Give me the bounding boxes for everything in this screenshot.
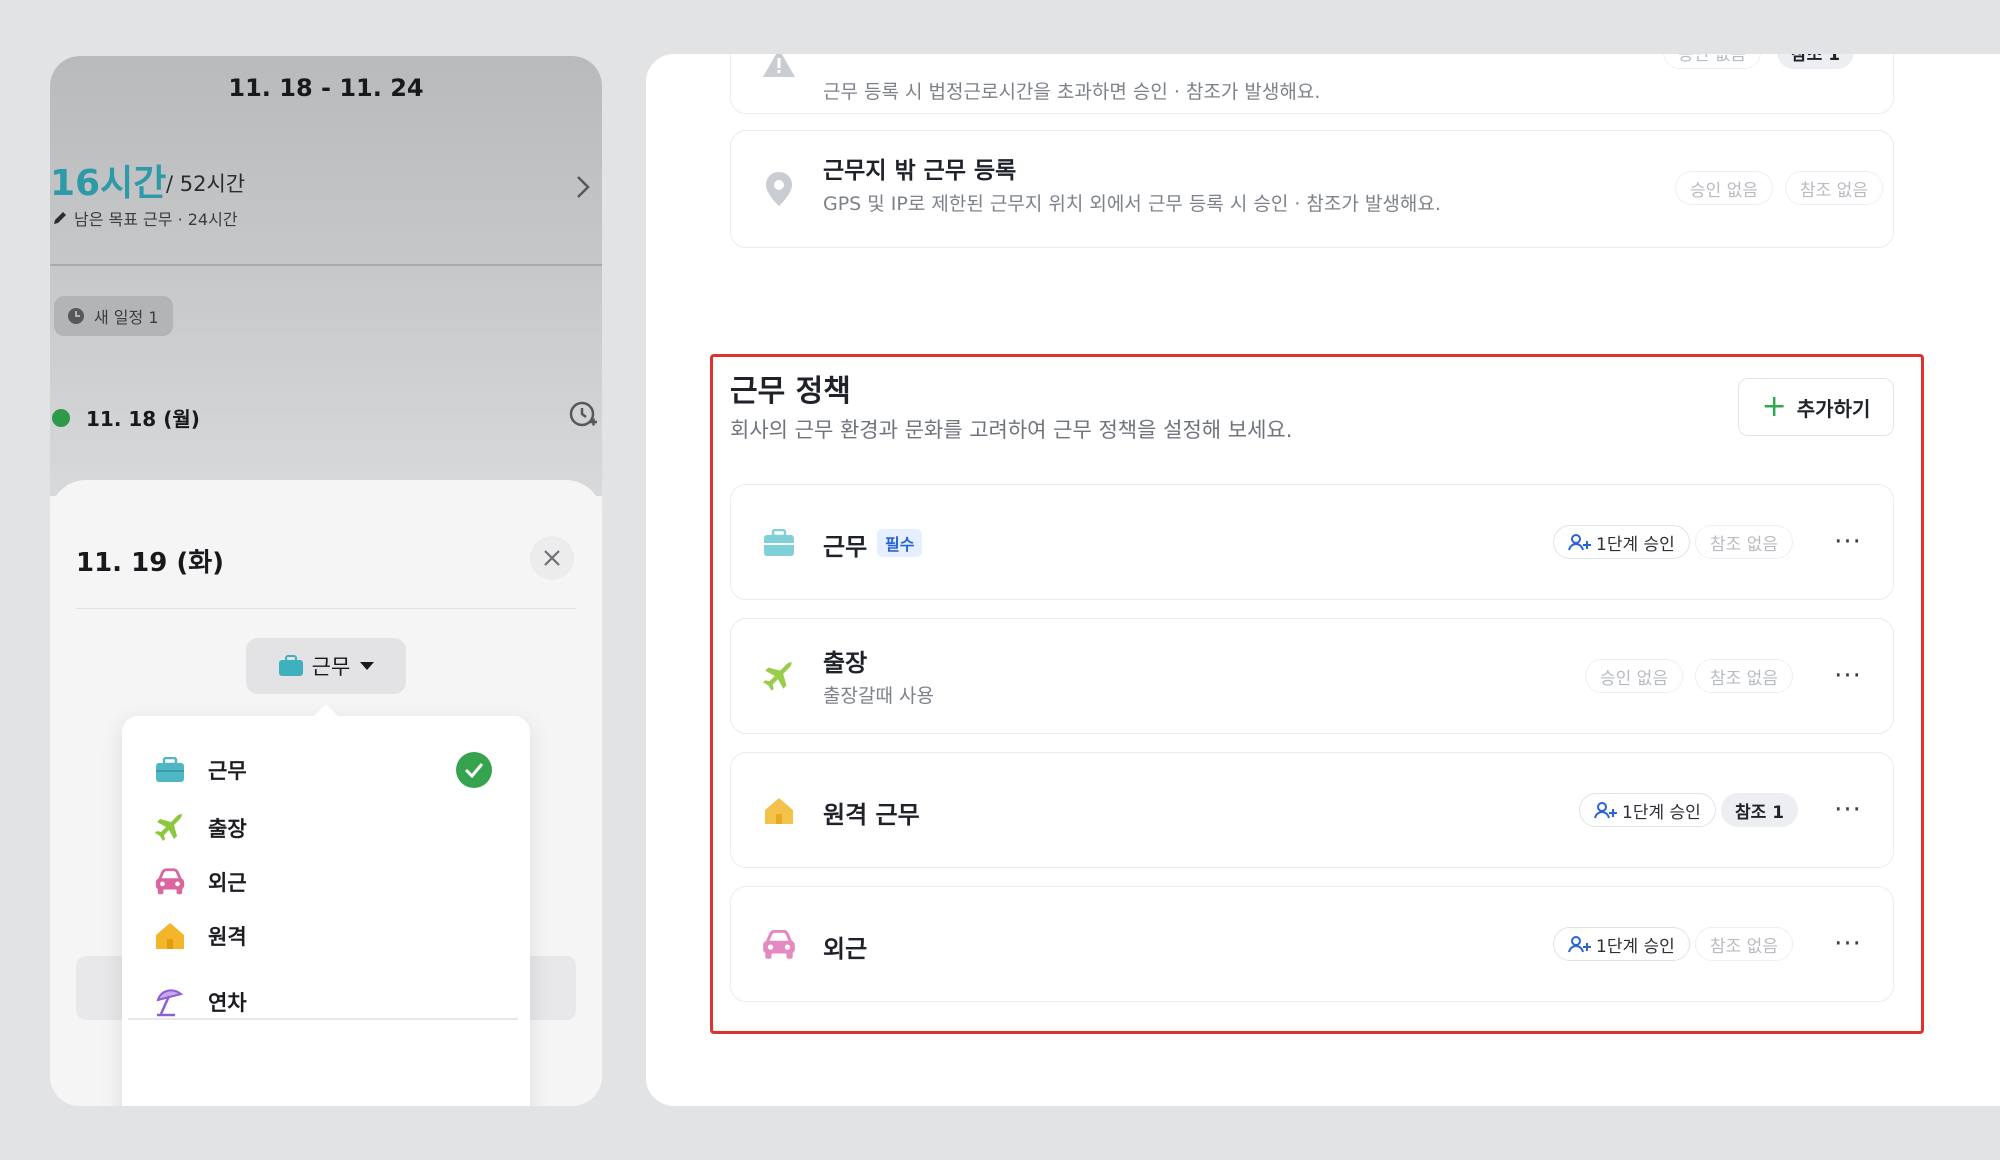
check-icon bbox=[456, 752, 492, 788]
policy-name: 근무 bbox=[823, 533, 868, 561]
work-type-menu: 근무 출장 외근 원격 연차 bbox=[122, 704, 530, 1106]
new-schedule-chip[interactable]: 새 일정 1 bbox=[54, 296, 173, 336]
more-options-icon[interactable]: ··· bbox=[1831, 525, 1865, 559]
pencil-icon bbox=[54, 212, 66, 224]
status-dot-icon bbox=[52, 408, 70, 427]
warning-icon bbox=[755, 54, 803, 87]
reference-chip[interactable]: 참조 없음 bbox=[1695, 659, 1793, 693]
policy-name: 원격 근무 bbox=[823, 801, 920, 829]
bottom-sheet: 11. 19 (화) 근무 근무 출장 외근 원격 연차 bbox=[50, 480, 602, 1106]
menu-item-label: 근무 bbox=[208, 759, 247, 783]
goal-row: 남은 목표 근무 · 24시간 bbox=[52, 206, 238, 230]
mobile-calendar-screen: 11. 18 - 11. 24 16시간 / 52시간 남은 목표 근무 · 2… bbox=[50, 56, 602, 1106]
required-badge: 필수 bbox=[877, 529, 923, 557]
rule-title: 근무지 밖 근무 등록 bbox=[823, 158, 1017, 184]
hours-total: / 52시간 bbox=[166, 172, 246, 196]
policy-name: 외근 bbox=[823, 935, 868, 963]
section-subtitle: 회사의 근무 환경과 문화를 고려하여 근무 정책을 설정해 보세요. bbox=[730, 418, 1293, 442]
new-schedule-label: 새 일정 1 bbox=[94, 308, 159, 327]
house-icon bbox=[154, 921, 186, 951]
plus-icon: + bbox=[1761, 389, 1787, 424]
reference-chip[interactable]: 참조 1 bbox=[1721, 793, 1799, 827]
policy-card-work[interactable]: 근무 필수 1단계 승인 참조 없음 ··· bbox=[730, 484, 1894, 600]
reference-chip[interactable]: 참조 없음 bbox=[1695, 525, 1793, 559]
approval-chip[interactable]: 승인 없음 bbox=[1585, 659, 1683, 693]
rule-description: GPS 및 IP로 제한된 근무지 위치 외에서 근무 등록 시 승인 · 참조… bbox=[823, 193, 1441, 215]
menu-item-label: 외근 bbox=[208, 871, 247, 895]
menu-item-annual-leave[interactable]: 연차 bbox=[154, 982, 247, 1022]
more-options-icon[interactable]: ··· bbox=[1831, 659, 1865, 693]
rule-description: 근무 등록 시 법정근로시간을 초과하면 승인 · 참조가 발생해요. bbox=[823, 81, 1321, 103]
menu-item-outside-work[interactable]: 외근 bbox=[154, 862, 247, 902]
add-schedule-clock-icon[interactable] bbox=[568, 400, 598, 430]
clock-plus-icon bbox=[68, 308, 84, 324]
reference-chip[interactable]: 참조 1 bbox=[1777, 54, 1855, 69]
policy-card-business-trip[interactable]: 출장 출장갈때 사용 승인 없음 참조 없음 ··· bbox=[730, 618, 1894, 734]
policy-card-remote-work[interactable]: 원격 근무 1단계 승인 참조 1 ··· bbox=[730, 752, 1894, 868]
policy-card-outside-work[interactable]: 외근 1단계 승인 참조 없음 ··· bbox=[730, 886, 1894, 1002]
divider bbox=[76, 608, 576, 609]
approver-icon bbox=[1568, 534, 1591, 551]
chevron-right-icon[interactable] bbox=[574, 174, 592, 200]
work-type-dropdown-button[interactable]: 근무 bbox=[246, 638, 406, 694]
menu-item-work[interactable]: 근무 bbox=[154, 750, 247, 790]
airplane-icon bbox=[154, 813, 186, 843]
section-title: 근무 정책 bbox=[730, 374, 851, 409]
house-icon bbox=[755, 787, 803, 835]
car-icon bbox=[755, 921, 803, 969]
more-options-icon[interactable]: ··· bbox=[1831, 927, 1865, 961]
close-icon bbox=[544, 550, 560, 566]
approval-label: 1단계 승인 bbox=[1596, 936, 1675, 957]
location-pin-icon bbox=[755, 165, 803, 213]
approver-icon bbox=[1568, 936, 1591, 953]
approver-icon bbox=[1594, 802, 1617, 819]
add-policy-button[interactable]: + 추가하기 bbox=[1738, 378, 1894, 436]
approval-chip[interactable]: 1단계 승인 bbox=[1553, 927, 1690, 961]
briefcase-icon bbox=[154, 755, 186, 785]
briefcase-icon bbox=[755, 519, 803, 567]
caret-down-icon bbox=[360, 662, 375, 670]
airplane-icon bbox=[755, 653, 803, 701]
umbrella-icon bbox=[154, 987, 186, 1017]
goal-text: 남은 목표 근무 · 24시간 bbox=[74, 210, 238, 229]
menu-item-label: 출장 bbox=[208, 817, 247, 841]
approval-chip[interactable]: 승인 없음 bbox=[1675, 171, 1773, 205]
close-button[interactable] bbox=[530, 536, 574, 580]
briefcase-icon bbox=[278, 655, 303, 676]
sheet-title: 11. 19 (화) bbox=[76, 548, 225, 578]
approval-label: 1단계 승인 bbox=[1622, 802, 1701, 823]
menu-item-label: 원격 bbox=[208, 925, 247, 949]
more-options-icon[interactable]: ··· bbox=[1831, 793, 1865, 827]
policy-name: 출장 bbox=[823, 649, 868, 677]
hours-worked: 16시간 bbox=[50, 163, 167, 204]
approval-chip[interactable]: 1단계 승인 bbox=[1579, 793, 1716, 827]
policy-rule-card-outside-location[interactable]: 근무지 밖 근무 등록 GPS 및 IP로 제한된 근무지 위치 외에서 근무 … bbox=[730, 130, 1894, 248]
day-label: 11. 18 (월) bbox=[86, 407, 200, 431]
approval-label: 1단계 승인 bbox=[1596, 534, 1675, 555]
menu-item-business-trip[interactable]: 출장 bbox=[154, 808, 247, 848]
reference-chip[interactable]: 참조 없음 bbox=[1695, 927, 1793, 961]
settings-panel: 근무 등록 시 법정근로시간을 초과하면 승인 · 참조가 발생해요. 승인 없… bbox=[646, 54, 2000, 1106]
approval-chip[interactable]: 승인 없음 bbox=[1663, 54, 1761, 69]
week-range: 11. 18 - 11. 24 bbox=[228, 74, 424, 102]
add-button-label: 추가하기 bbox=[1796, 396, 1871, 421]
menu-item-remote[interactable]: 원격 bbox=[154, 916, 247, 956]
menu-item-label: 연차 bbox=[208, 991, 247, 1015]
policy-rule-card-overtime[interactable]: 근무 등록 시 법정근로시간을 초과하면 승인 · 참조가 발생해요. 승인 없… bbox=[730, 54, 1894, 114]
day-row[interactable]: 11. 18 (월) bbox=[52, 403, 200, 432]
work-type-label: 근무 bbox=[311, 655, 351, 679]
divider bbox=[50, 264, 602, 266]
car-icon bbox=[154, 867, 186, 897]
policy-description: 출장갈때 사용 bbox=[823, 685, 934, 707]
approval-chip[interactable]: 1단계 승인 bbox=[1553, 525, 1690, 559]
reference-chip[interactable]: 참조 없음 bbox=[1785, 171, 1883, 205]
